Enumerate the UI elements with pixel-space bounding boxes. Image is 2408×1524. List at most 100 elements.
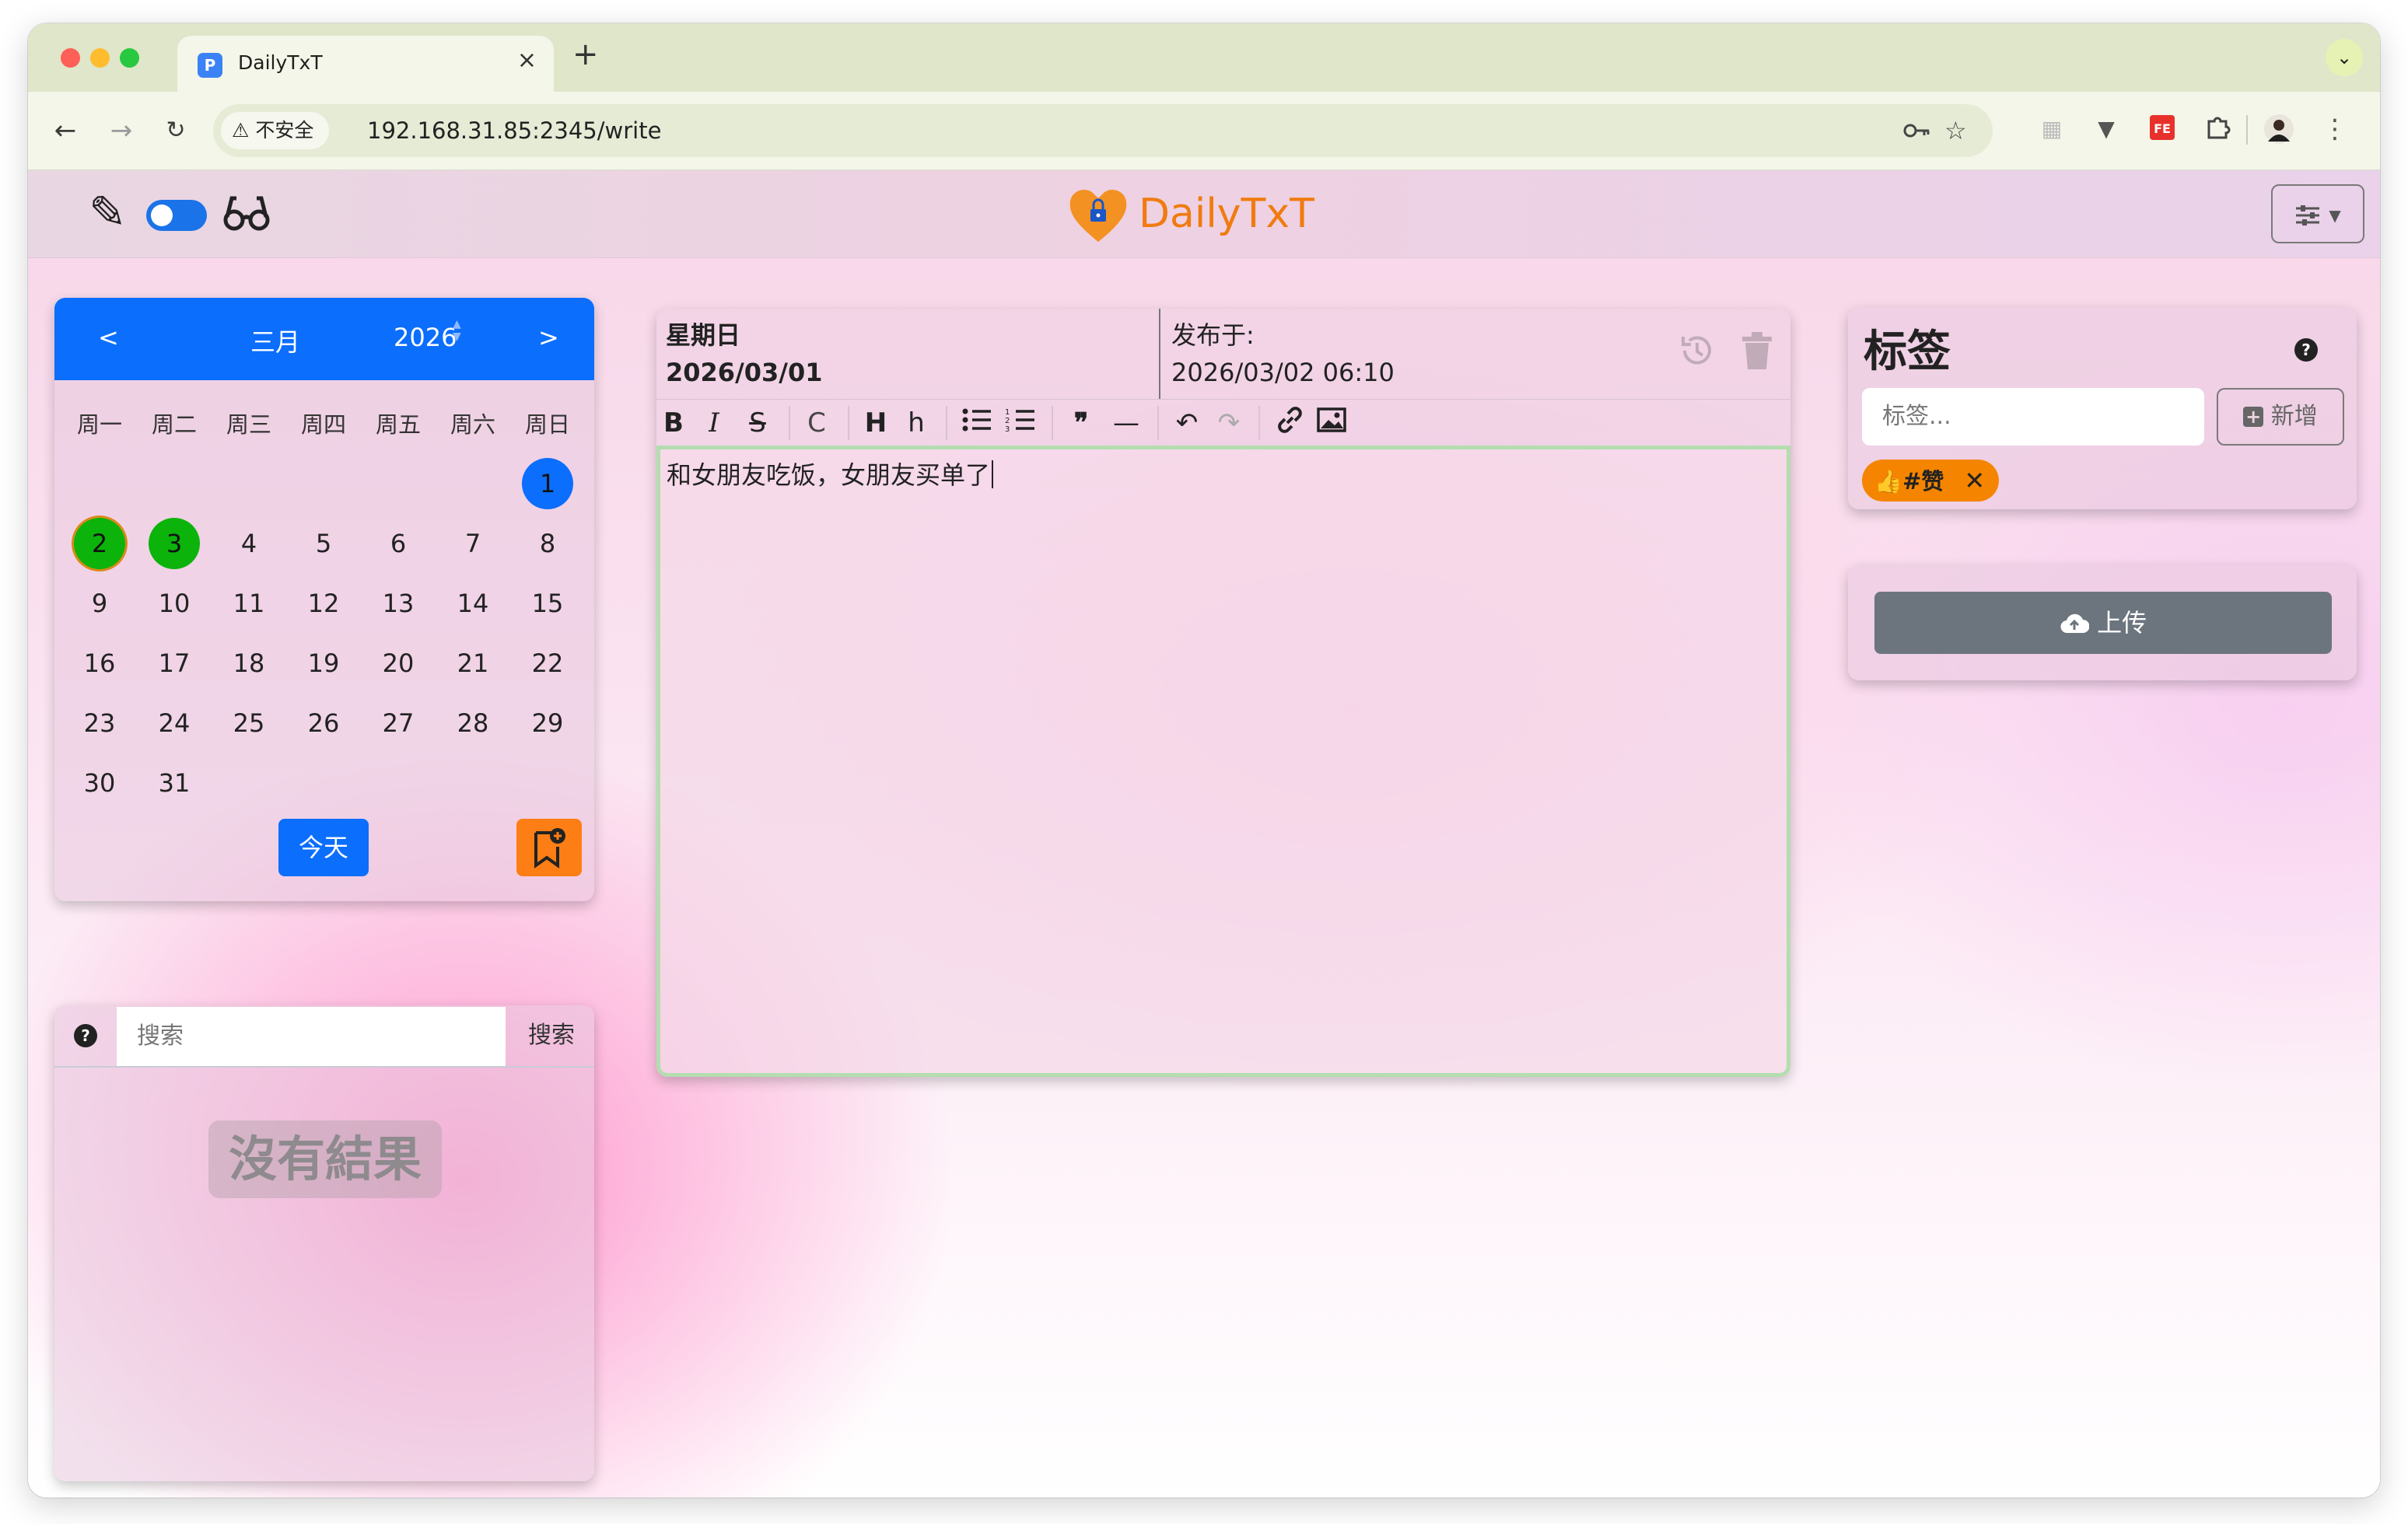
calendar-day[interactable]: 7 [447, 518, 499, 569]
search-input[interactable]: 搜索 [117, 1007, 506, 1066]
toggle-knob [151, 204, 173, 226]
bookmark-star-icon[interactable]: ☆ [1944, 115, 1967, 146]
browser-tab[interactable]: P DailyTxT × [177, 36, 554, 92]
tag-input[interactable]: 标签... [1862, 388, 2204, 446]
security-chip[interactable]: ⚠ 不安全 [221, 112, 330, 149]
add-tag-label: 新增 [2270, 403, 2318, 430]
calendar-day[interactable]: 14 [447, 578, 499, 629]
calendar-day[interactable]: 3 [149, 518, 200, 569]
address-bar[interactable]: ⚠ 不安全 192.168.31.85:2345/write ☆ [213, 104, 1993, 157]
calendar-day[interactable]: 5 [298, 518, 349, 569]
calendar-day[interactable]: 9 [74, 578, 125, 629]
page: ✎ DailyTxT ▼ < 三月 2026 ▲ ▼ > 周一 周二 周三 周四… [28, 170, 2380, 1498]
image-icon[interactable] [1314, 406, 1349, 440]
quote-icon[interactable]: ❞ [1066, 406, 1097, 440]
calendar-day[interactable]: 20 [373, 638, 424, 689]
tag-chip[interactable]: 👍#赞 ✕ [1862, 460, 2000, 502]
insecure-label: 不安全 [255, 119, 314, 142]
url-text[interactable]: 192.168.31.85:2345/write [367, 104, 661, 157]
browser-menu-icon[interactable]: ⋮ [2319, 114, 2350, 145]
write-mode-pencil-icon[interactable]: ✎ [89, 187, 127, 237]
mode-toggle[interactable] [146, 200, 207, 231]
calendar-day[interactable]: 18 [223, 638, 275, 689]
calendar-day[interactable]: 29 [522, 697, 573, 749]
search-help-icon[interactable]: ? [54, 1005, 117, 1066]
horizontal-rule-icon[interactable]: — [1109, 406, 1143, 440]
settings-dropdown-button[interactable]: ▼ [2271, 184, 2364, 243]
profile-avatar[interactable] [2263, 114, 2294, 145]
new-tab-button[interactable]: + [572, 39, 599, 70]
extensions-puzzle-icon[interactable] [2203, 114, 2234, 145]
calendar-day[interactable]: 19 [298, 638, 349, 689]
plus-square-icon: + [2243, 407, 2264, 427]
chevron-down-icon: ▼ [2329, 206, 2341, 225]
tags-help-icon[interactable]: ? [2293, 337, 2319, 366]
redo-icon[interactable]: ↷ [1213, 406, 1244, 440]
add-tag-button[interactable]: + 新增 [2217, 388, 2344, 446]
calendar-day[interactable]: 8 [522, 518, 573, 569]
bullet-list-icon[interactable] [960, 406, 994, 440]
year-spinner[interactable]: ▲ ▼ [453, 318, 461, 343]
calendar-day[interactable]: 22 [522, 638, 573, 689]
tag-label: #赞 [1902, 468, 1944, 495]
calendar-day[interactable]: 30 [74, 757, 125, 809]
calendar-day[interactable]: 24 [149, 697, 200, 749]
calendar-day[interactable]: 12 [298, 578, 349, 629]
prev-month-button[interactable]: < [98, 323, 119, 352]
minimize-window-button[interactable] [90, 48, 110, 68]
calendar-day[interactable]: 21 [447, 638, 499, 689]
calendar-day[interactable]: 2 [74, 518, 125, 569]
next-month-button[interactable]: > [538, 323, 559, 352]
heading-larger-button[interactable]: H [862, 406, 890, 440]
calendar-day[interactable]: 1 [522, 458, 573, 509]
editor-textarea[interactable]: 和女朋友吃饭，女朋友买单了 [656, 446, 1790, 1077]
upload-button[interactable]: 上传 [1874, 592, 2332, 654]
toolbar-separator [1052, 406, 1053, 440]
calendar-day[interactable]: 27 [373, 697, 424, 749]
extension-fe-icon[interactable]: FE [2147, 114, 2178, 145]
calendar-day[interactable]: 17 [149, 638, 200, 689]
calendar-day[interactable]: 10 [149, 578, 200, 629]
calendar-day[interactable]: 31 [149, 757, 200, 809]
undo-icon[interactable]: ↶ [1171, 406, 1202, 440]
extension-v-icon[interactable]: ▼ [2091, 114, 2122, 145]
link-icon[interactable] [1272, 406, 1307, 440]
extension-grid-icon[interactable]: ▦ [2036, 114, 2067, 145]
tab-search-button[interactable]: ⌄ [2326, 39, 2363, 76]
today-button[interactable]: 今天 [278, 819, 369, 876]
close-window-button[interactable] [61, 48, 80, 68]
search-divider [54, 1066, 594, 1068]
calendar-day[interactable]: 4 [223, 518, 275, 569]
forward-button[interactable]: → [104, 114, 138, 148]
tab-close-icon[interactable]: × [517, 47, 537, 74]
reload-button[interactable]: ↻ [159, 114, 193, 148]
ordered-list-icon[interactable]: 123 [1003, 406, 1038, 440]
bold-button[interactable]: B [661, 406, 686, 440]
calendar-day[interactable]: 26 [298, 697, 349, 749]
calendar-day[interactable]: 6 [373, 518, 424, 569]
heading-smaller-button[interactable]: h [904, 406, 929, 440]
code-button[interactable]: C [803, 406, 831, 440]
calendar-day[interactable]: 11 [223, 578, 275, 629]
month-label[interactable]: 三月 [250, 323, 300, 358]
password-key-icon[interactable] [1901, 115, 1932, 153]
calendar-day[interactable]: 28 [447, 697, 499, 749]
year-input[interactable]: 2026 [394, 323, 457, 352]
calendar-day[interactable]: 13 [373, 578, 424, 629]
calendar-day[interactable]: 23 [74, 697, 125, 749]
read-mode-glasses-icon[interactable] [222, 194, 271, 237]
calendar-day[interactable]: 25 [223, 697, 275, 749]
history-icon[interactable] [1677, 330, 1717, 374]
tab-title: DailyTxT [238, 51, 323, 74]
maximize-window-button[interactable] [120, 48, 139, 68]
back-button[interactable]: ← [48, 114, 82, 148]
strikethrough-button[interactable]: S [744, 406, 772, 440]
bookmark-add-button[interactable] [516, 819, 582, 876]
search-button[interactable]: 搜索 [509, 1005, 594, 1066]
calendar-day[interactable]: 16 [74, 638, 125, 689]
italic-button[interactable]: I [702, 406, 726, 440]
trash-icon[interactable] [1739, 330, 1775, 374]
remove-tag-icon[interactable]: ✕ [1964, 466, 1985, 495]
toolbar-divider [2246, 115, 2248, 145]
calendar-day[interactable]: 15 [522, 578, 573, 629]
